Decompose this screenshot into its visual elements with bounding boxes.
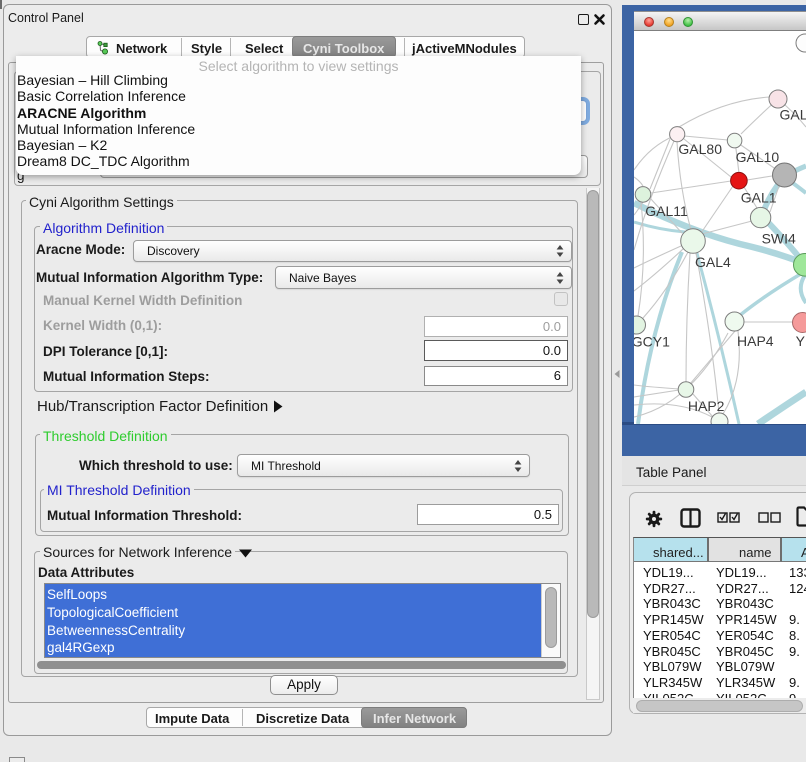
svg-text:Y: Y bbox=[796, 333, 806, 349]
svg-text:GAL10: GAL10 bbox=[736, 149, 780, 165]
svg-text:GAL80: GAL80 bbox=[678, 141, 722, 157]
svg-text:GCY1: GCY1 bbox=[634, 334, 670, 350]
svg-text:GAL11: GAL11 bbox=[645, 203, 688, 219]
svg-text:HAP2: HAP2 bbox=[688, 398, 725, 414]
svg-text:HAP4: HAP4 bbox=[737, 333, 774, 349]
svg-text:GAL: GAL bbox=[780, 107, 806, 123]
svg-text:SWI4: SWI4 bbox=[762, 231, 796, 247]
svg-text:GAL1: GAL1 bbox=[741, 190, 777, 206]
svg-text:GAL4: GAL4 bbox=[695, 254, 731, 270]
